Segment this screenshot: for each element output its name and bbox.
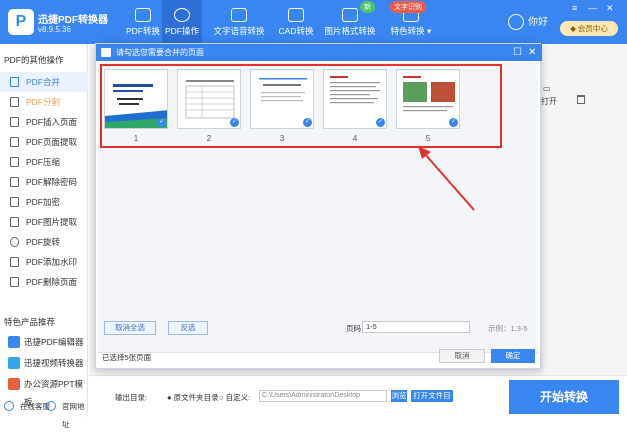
annotation-arrow (418, 146, 475, 211)
